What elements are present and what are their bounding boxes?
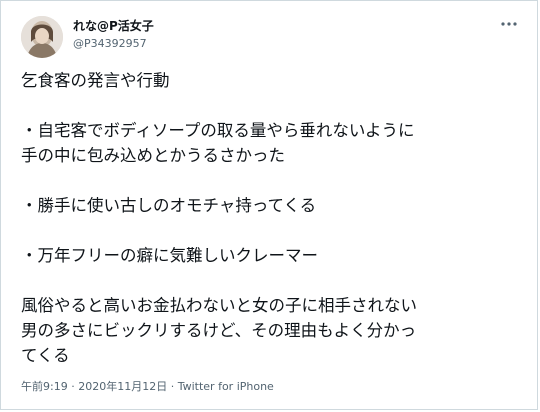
tweet-line: ・万年フリーの癖に気難しいクレーマー [21,246,318,265]
author-handle[interactable]: @P34392957 [73,36,154,52]
tweet-line: 風俗やると高いお金払わないと女の子に相手されない [21,296,417,315]
tweet-line: 男の多さにビックリするけど、その理由もよく分かっ [21,321,417,340]
tweet-line: ・勝手に使い古しのオモチャ持ってくる [21,196,317,215]
tweet-source-link[interactable]: Twitter for iPhone [178,380,274,393]
meta-separator: · [167,380,178,393]
tweet-card: れな@P活女子 @P34392957 乞食客の発言や行動 ・自宅客でボディソープ… [0,0,538,410]
author-display-name[interactable]: れな@P活女子 [73,18,154,34]
tweet-line: 手の中に包み込めとかうるさかった [21,146,285,165]
tweet-date[interactable]: 2020年11月12日 [78,380,167,393]
tweet-metadata: 午前9:19 · 2020年11月12日 · Twitter for iPhon… [21,379,274,395]
tweet-time[interactable]: 午前9:19 [21,380,68,393]
avatar-photo [21,16,63,58]
tweet-line: てくる [21,346,70,365]
more-horizontal-icon [501,22,517,26]
author-block[interactable]: れな@P活女子 @P34392957 [73,18,154,52]
avatar[interactable] [21,16,63,58]
tweet-line: ・自宅客でボディソープの取る量やら垂れないように [21,121,415,140]
tweet-text: 乞食客の発言や行動 ・自宅客でボディソープの取る量やら垂れないように 手の中に包… [21,68,526,368]
tweet-line: 乞食客の発言や行動 [21,71,170,90]
meta-separator: · [67,380,79,393]
more-options-button[interactable] [499,17,519,31]
